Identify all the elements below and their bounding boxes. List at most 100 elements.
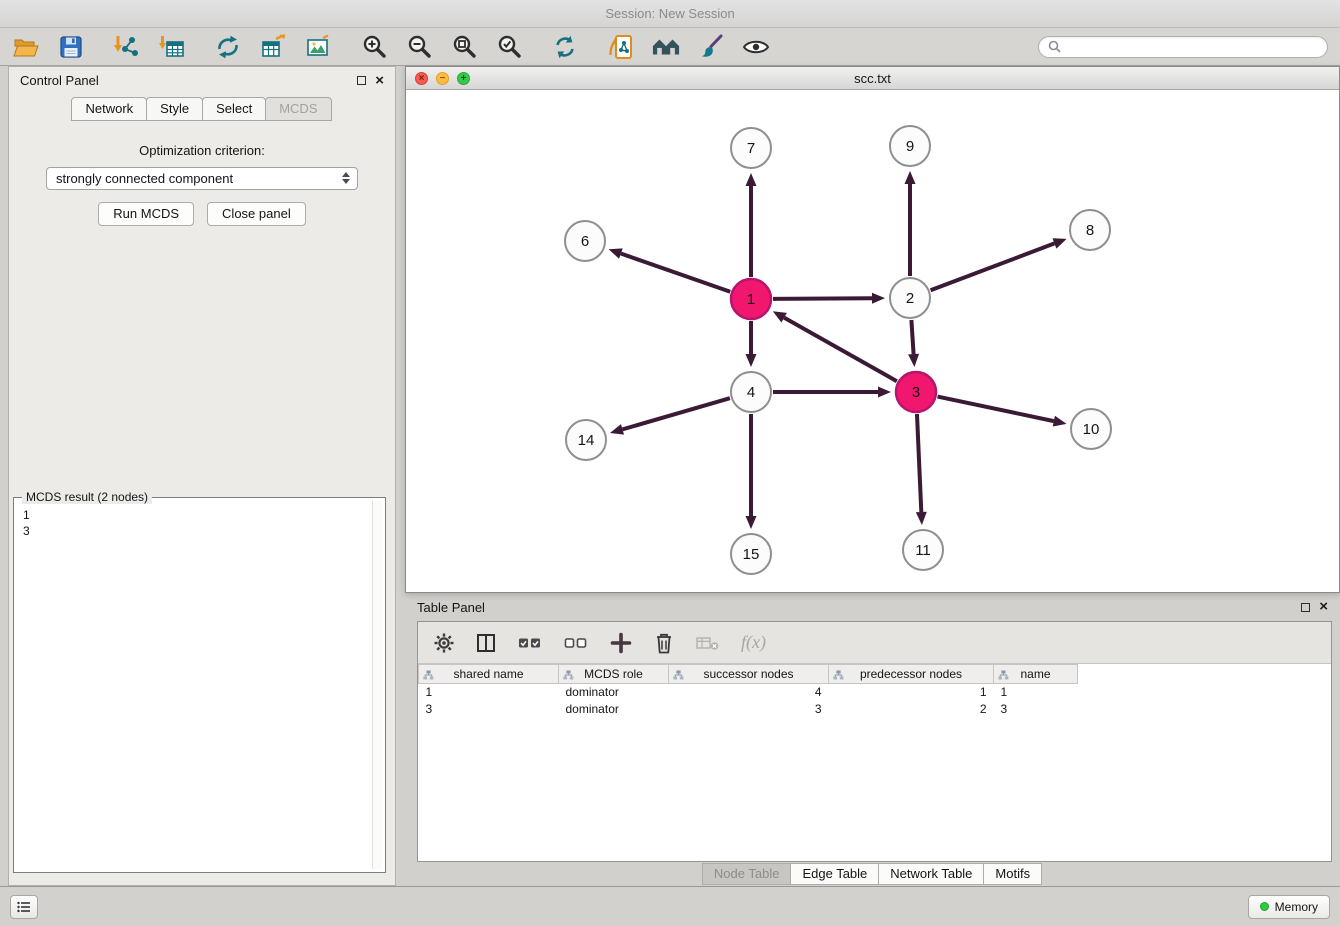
tab-style[interactable]: Style <box>146 97 203 121</box>
network-document-button[interactable] <box>607 33 635 61</box>
memory-button[interactable]: Memory <box>1248 895 1330 919</box>
result-scrollbar[interactable] <box>372 501 382 869</box>
graph-edge-2-3[interactable] <box>911 320 913 354</box>
table-tab-node-table[interactable]: Node Table <box>702 863 792 885</box>
maximize-window-icon[interactable]: + <box>457 72 470 85</box>
deselect-all-columns-button[interactable] <box>564 635 588 651</box>
graph-node-label: 8 <box>1086 222 1094 239</box>
cell-name[interactable]: 1 <box>994 684 1078 701</box>
minimize-window-icon[interactable]: − <box>436 72 449 85</box>
show-hide-button[interactable] <box>742 33 770 61</box>
close-table-panel-icon[interactable]: × <box>1319 601 1328 613</box>
open-file-button[interactable] <box>12 33 40 61</box>
table-row[interactable]: 3dominator323 <box>419 701 1078 718</box>
delete-table-button[interactable] <box>696 635 719 651</box>
apply-layout-button[interactable] <box>551 33 579 61</box>
graph-edge-1-6[interactable] <box>621 254 730 292</box>
trash-icon <box>654 632 674 654</box>
table-panel-tabs: Node TableEdge TableNetwork TableMotifs <box>405 863 1340 885</box>
cell-predecessor-nodes[interactable]: 2 <box>829 701 994 718</box>
float-panel-icon[interactable] <box>357 76 366 85</box>
import-network-button[interactable] <box>113 33 141 61</box>
float-table-panel-icon[interactable] <box>1301 603 1310 612</box>
close-panel-icon[interactable]: × <box>375 75 384 87</box>
tab-mcds[interactable]: MCDS <box>265 97 331 121</box>
export-table-button[interactable] <box>259 33 287 61</box>
table-tab-motifs[interactable]: Motifs <box>983 863 1042 885</box>
graph-edge-2-8[interactable] <box>931 243 1055 290</box>
cell-predecessor-nodes[interactable]: 1 <box>829 684 994 701</box>
close-panel-button[interactable]: Close panel <box>207 202 306 226</box>
column-tree-icon <box>673 669 684 683</box>
edge-arrowhead <box>610 424 624 435</box>
zoom-toolbar-group <box>360 33 523 61</box>
zoom-in-button[interactable] <box>360 33 388 61</box>
mcds-buttons-row: Run MCDS Close panel <box>9 202 395 226</box>
save-session-button[interactable] <box>57 33 85 61</box>
list-menu-icon <box>17 901 31 913</box>
network-canvas[interactable]: 7968124314101511 <box>406 90 1339 592</box>
cell-shared-name[interactable]: 1 <box>419 684 559 701</box>
home-views-button[interactable] <box>652 33 680 61</box>
column-header-successor-nodes[interactable]: successor nodes <box>669 665 829 684</box>
cell-shared-name[interactable]: 3 <box>419 701 559 718</box>
close-window-icon[interactable]: × <box>415 72 428 85</box>
graph-node-label: 11 <box>915 542 931 559</box>
column-header-name[interactable]: name <box>994 665 1078 684</box>
network-window-titlebar[interactable]: × − + scc.txt <box>406 67 1339 90</box>
cell-name[interactable]: 3 <box>994 701 1078 718</box>
graph-edge-3-1[interactable] <box>784 318 897 382</box>
optimization-criterion-label: Optimization criterion: <box>9 143 395 158</box>
unchecked-boxes-icon <box>564 635 588 651</box>
search-box[interactable] <box>1038 36 1328 58</box>
panel-menu-button[interactable] <box>10 895 38 919</box>
cell-MCDS-role[interactable]: dominator <box>559 701 669 718</box>
graph-node-label: 9 <box>906 138 914 155</box>
graph-edge-3-11[interactable] <box>917 414 921 512</box>
export-network-button[interactable] <box>214 33 242 61</box>
table-toolbar: f(x) <box>418 622 1331 664</box>
cell-MCDS-role[interactable]: dominator <box>559 684 669 701</box>
graph-node-label: 14 <box>578 432 595 449</box>
delete-columns-button[interactable] <box>654 632 674 654</box>
tab-select[interactable]: Select <box>202 97 266 121</box>
control-panel-tabs: NetworkStyleSelectMCDS <box>9 97 395 121</box>
table-row[interactable]: 1dominator411 <box>419 684 1078 701</box>
column-header-MCDS-role[interactable]: MCDS role <box>559 665 669 684</box>
create-column-button[interactable] <box>610 632 632 654</box>
zoom-out-button[interactable] <box>405 33 433 61</box>
import-table-button[interactable] <box>158 33 186 61</box>
criterion-dropdown[interactable]: strongly connected component <box>46 167 358 190</box>
table-settings-button[interactable] <box>434 633 454 653</box>
network-window: × − + scc.txt 7968124314101511 <box>405 66 1340 593</box>
graph-node-label: 15 <box>743 546 760 563</box>
graph-edge-3-10[interactable] <box>938 397 1054 422</box>
table-tab-edge-table[interactable]: Edge Table <box>790 863 879 885</box>
style-brush-button[interactable] <box>697 33 725 61</box>
graph-edge-4-14[interactable] <box>622 398 729 429</box>
zoom-selected-button[interactable] <box>495 33 523 61</box>
table-panel: Table Panel × <box>405 593 1340 886</box>
apply-layout-refresh-icon <box>552 34 578 60</box>
column-header-shared-name[interactable]: shared name <box>419 665 559 684</box>
export-image-button[interactable] <box>304 33 332 61</box>
checked-boxes-icon <box>518 635 542 651</box>
show-columns-button[interactable] <box>476 633 496 653</box>
function-builder-button[interactable]: f(x) <box>741 632 766 653</box>
run-mcds-button[interactable]: Run MCDS <box>98 202 194 226</box>
edge-arrowhead <box>1053 416 1067 427</box>
column-tree-icon <box>563 669 574 683</box>
column-header-predecessor-nodes[interactable]: predecessor nodes <box>829 665 994 684</box>
cell-successor-nodes[interactable]: 4 <box>669 684 829 701</box>
search-input[interactable] <box>1066 40 1318 54</box>
select-all-columns-button[interactable] <box>518 635 542 651</box>
graph-edge-1-2[interactable] <box>773 298 872 299</box>
zoom-out-icon <box>407 34 432 59</box>
tab-network[interactable]: Network <box>71 97 147 121</box>
table-tab-network-table[interactable]: Network Table <box>878 863 984 885</box>
edge-arrowhead <box>746 354 757 367</box>
cell-successor-nodes[interactable]: 3 <box>669 701 829 718</box>
network-window-title: scc.txt <box>406 71 1339 86</box>
zoom-fit-button[interactable] <box>450 33 478 61</box>
zoom-fit-icon <box>452 34 477 59</box>
